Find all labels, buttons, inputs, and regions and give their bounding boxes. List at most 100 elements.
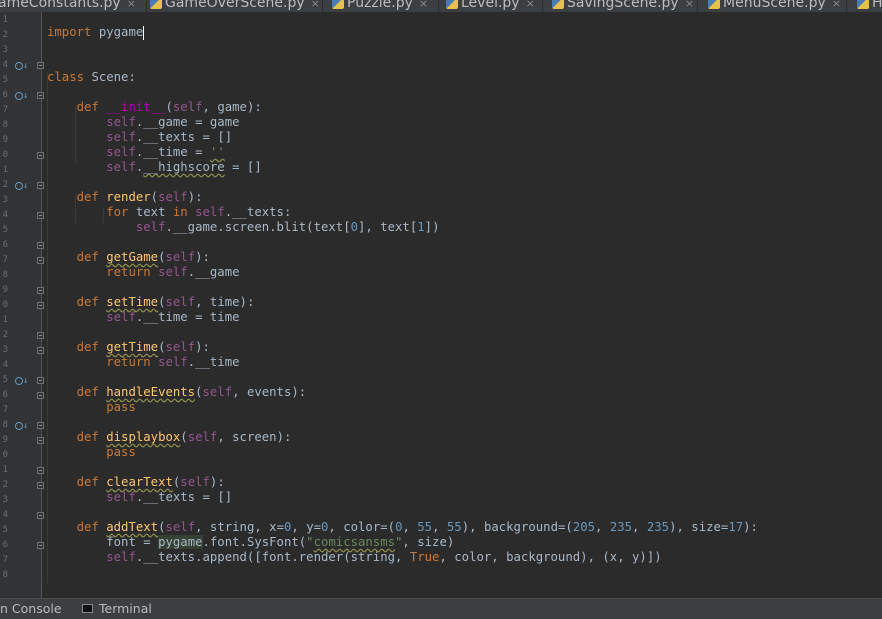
tab-label: GameOverScene.py [165, 0, 305, 11]
fold-toggle-icon[interactable] [37, 182, 44, 189]
line-number: 5 [2, 525, 8, 535]
code-line[interactable]: self.__game.screen.blit(text[0], text[1]… [47, 220, 440, 235]
line-number: 2 [2, 180, 8, 190]
text-caret [143, 25, 145, 40]
fold-toggle-icon[interactable] [37, 422, 44, 429]
code-line[interactable]: for text in self.__texts: [47, 205, 291, 220]
fold-toggle-icon[interactable] [37, 257, 44, 264]
line-number: 0 [2, 150, 8, 160]
override-marker-icon[interactable]: ↓ [15, 60, 29, 72]
override-arrow-icon: ↓ [23, 421, 29, 431]
terminal-icon [82, 604, 93, 613]
tab-separator [146, 0, 147, 12]
code-line[interactable]: pass [47, 400, 136, 415]
line-number: 8 [2, 120, 8, 130]
line-number: 8 [2, 420, 8, 430]
fold-toggle-icon[interactable] [37, 332, 44, 339]
tab-label: ameConstants.py [0, 0, 121, 11]
override-marker-icon[interactable]: ↓ [15, 90, 29, 102]
code-line[interactable]: def getTime(self): [47, 340, 210, 355]
bottom-tool-bar: n Console Terminal [0, 598, 882, 619]
line-number: 3 [2, 45, 8, 55]
line-number: 7 [2, 255, 8, 265]
line-number: 7 [2, 105, 8, 115]
fold-toggle-icon[interactable] [37, 347, 44, 354]
python-file-icon [332, 0, 344, 9]
code-line[interactable]: def displaybox(self, screen): [47, 430, 292, 445]
code-line[interactable]: return self.__time [47, 355, 239, 370]
code-line[interactable]: self.__game = game [47, 115, 239, 130]
line-number: 4 [2, 360, 8, 370]
tab-separator [846, 0, 847, 12]
override-marker-icon[interactable]: ↓ [15, 375, 29, 387]
code-line[interactable]: font = pygame.font.SysFont("comicsansms"… [47, 535, 454, 550]
code-line[interactable]: self.__texts.append([font.render(string,… [47, 550, 661, 565]
code-line[interactable]: def render(self): [47, 190, 203, 205]
fold-toggle-icon[interactable] [37, 377, 44, 384]
override-marker-icon[interactable]: ↓ [15, 180, 29, 192]
run-console-tab[interactable]: n Console [0, 601, 62, 616]
override-circle-icon [15, 377, 23, 385]
tab-label: Puzzle.py [347, 0, 413, 11]
fold-toggle-icon[interactable] [37, 542, 44, 549]
code-line[interactable]: self.__texts = [] [47, 130, 232, 145]
code-line[interactable]: import pygame [47, 25, 145, 40]
fold-toggle-icon[interactable] [37, 242, 44, 249]
fold-toggle-icon[interactable] [37, 302, 44, 309]
tab-saving-scene[interactable]: SavingScene.py × [552, 0, 694, 12]
close-icon[interactable]: × [685, 0, 694, 10]
override-arrow-icon: ↓ [23, 181, 29, 191]
code-line[interactable]: def setTime(self, time): [47, 295, 255, 310]
tab-puzzle[interactable]: Puzzle.py × [332, 0, 428, 12]
tab-game-constants[interactable]: ameConstants.py × [0, 0, 136, 12]
code-line[interactable]: self.__highscore = [] [47, 160, 262, 175]
code-line[interactable]: def getGame(self): [47, 250, 210, 265]
line-number: 5 [2, 75, 8, 85]
code-line[interactable]: def clearText(self): [47, 475, 225, 490]
fold-toggle-icon[interactable] [37, 287, 44, 294]
fold-toggle-icon[interactable] [37, 467, 44, 474]
terminal-tab[interactable]: Terminal [99, 601, 152, 616]
code-line[interactable]: class Scene: [47, 70, 136, 85]
fold-toggle-icon[interactable] [37, 62, 44, 69]
python-file-icon [857, 0, 869, 9]
code-line[interactable]: self.__time = '' [47, 145, 224, 160]
line-number: 1 [2, 15, 8, 25]
tab-game-over-scene[interactable]: GameOverScene.py × [150, 0, 320, 12]
fold-toggle-icon[interactable] [37, 482, 44, 489]
tab-level[interactable]: Level.py × [446, 0, 535, 12]
close-icon[interactable]: × [127, 0, 136, 10]
close-icon[interactable]: × [311, 0, 320, 10]
code-line[interactable]: def addText(self, string, x=0, y=0, colo… [47, 520, 758, 535]
override-arrow-icon: ↓ [23, 376, 29, 386]
line-number: 8 [2, 570, 8, 580]
line-number: 4 [2, 60, 8, 70]
fold-toggle-icon[interactable] [37, 152, 44, 159]
override-circle-icon [15, 182, 23, 190]
fold-toggle-icon[interactable] [37, 212, 44, 219]
close-icon[interactable]: × [419, 0, 428, 10]
code-line[interactable]: def __init__(self, game): [47, 100, 262, 115]
fold-toggle-icon[interactable] [37, 392, 44, 399]
tab-separator [542, 0, 543, 12]
line-number: 3 [2, 345, 8, 355]
code-line[interactable]: pass [47, 445, 136, 460]
code-line[interactable]: self.__time = time [47, 310, 239, 325]
tab-menu-scene[interactable]: MenuScene.py × [708, 0, 841, 12]
line-number: 3 [2, 195, 8, 205]
close-icon[interactable]: × [832, 0, 841, 10]
line-number: 5 [2, 225, 8, 235]
tab-separator [697, 0, 698, 12]
code-line[interactable]: return self.__game [47, 265, 239, 280]
fold-toggle-icon[interactable] [37, 437, 44, 444]
close-icon[interactable]: × [526, 0, 535, 10]
tab-label: MenuScene.py [723, 0, 826, 11]
line-number: 9 [2, 435, 8, 445]
fold-toggle-icon[interactable] [37, 512, 44, 519]
code-line[interactable]: def handleEvents(self, events): [47, 385, 307, 400]
tab-separator [322, 0, 323, 12]
tab-partial[interactable]: H [857, 0, 882, 12]
override-marker-icon[interactable]: ↓ [15, 420, 29, 432]
code-line[interactable]: self.__texts = [] [47, 490, 232, 505]
fold-toggle-icon[interactable] [37, 92, 44, 99]
